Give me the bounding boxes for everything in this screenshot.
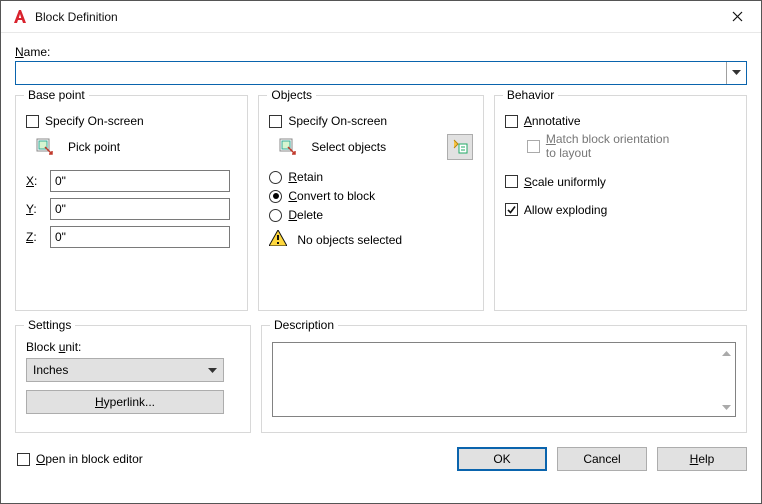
ok-button[interactable]: OK — [457, 447, 547, 471]
label: Match block orientationto layout — [546, 132, 669, 161]
help-button[interactable]: Help — [657, 447, 747, 471]
select-objects-button[interactable] — [275, 134, 301, 160]
settings-group: Settings Block unit: Inches Hyperlink... — [15, 325, 251, 433]
objects-legend: Objects — [267, 88, 316, 102]
checkbox-icon — [26, 115, 39, 128]
block-definition-dialog: Block Definition Name: Base point Specif… — [0, 0, 762, 504]
match-orientation-checkbox: Match block orientationto layout — [527, 132, 736, 161]
label: Specify On-screen — [288, 114, 387, 128]
settings-legend: Settings — [24, 318, 75, 332]
label: Scale uniformly — [524, 175, 606, 189]
dialog-body: Name: Base point Specify On-screen — [1, 33, 761, 481]
basepoint-specify-onscreen-checkbox[interactable]: Specify On-screen — [26, 114, 237, 128]
block-unit-select[interactable]: Inches — [26, 358, 224, 382]
z-input[interactable] — [50, 226, 230, 248]
warning-icon — [269, 230, 287, 249]
titlebar: Block Definition — [1, 1, 761, 33]
name-combobox[interactable] — [15, 61, 747, 85]
label: Delete — [288, 208, 323, 222]
pick-point-button[interactable] — [32, 134, 58, 160]
description-textarea[interactable] — [272, 342, 736, 417]
behavior-group: Behavior Annotative Match block orientat… — [494, 95, 747, 311]
description-group: Description — [261, 325, 747, 433]
objects-status: No objects selected — [297, 233, 402, 247]
scale-uniformly-checkbox[interactable]: Scale uniformly — [505, 175, 736, 189]
x-label: X: — [26, 174, 42, 188]
quick-select-button[interactable] — [447, 134, 473, 160]
name-dropdown-button[interactable] — [726, 62, 746, 84]
select-objects-label: Select objects — [311, 140, 386, 154]
basepoint-group: Base point Specify On-screen Pick point … — [15, 95, 248, 311]
cancel-button[interactable]: Cancel — [557, 447, 647, 471]
allow-exploding-checkbox[interactable]: Allow exploding — [505, 203, 736, 217]
autocad-app-icon — [11, 8, 29, 26]
window-title: Block Definition — [35, 10, 118, 24]
pick-point-label: Pick point — [68, 140, 120, 154]
checkbox-icon — [17, 453, 30, 466]
checkbox-icon — [505, 175, 518, 188]
checkbox-icon — [505, 203, 518, 216]
scroll-down-icon — [722, 400, 731, 414]
label: Specify On-screen — [45, 114, 144, 128]
radio-icon — [269, 209, 282, 222]
behavior-legend: Behavior — [503, 88, 558, 102]
y-input[interactable] — [50, 198, 230, 220]
label: Hyperlink... — [95, 395, 155, 409]
description-legend: Description — [270, 318, 338, 332]
open-in-block-editor-checkbox[interactable]: Open in block editor — [17, 452, 143, 466]
scrollbar[interactable] — [718, 343, 735, 416]
y-label: Y: — [26, 202, 42, 216]
name-label: Name: — [15, 45, 747, 59]
checkbox-icon — [527, 140, 540, 153]
radio-icon — [269, 190, 282, 203]
x-input[interactable] — [50, 170, 230, 192]
z-label: Z: — [26, 230, 42, 244]
convert-radio[interactable]: Convert to block — [269, 189, 472, 203]
checkbox-icon — [269, 115, 282, 128]
chevron-down-icon — [208, 363, 217, 377]
name-input[interactable] — [16, 62, 726, 84]
block-unit-label: Block unit: — [26, 340, 81, 354]
label: Open in block editor — [36, 452, 143, 466]
block-unit-value: Inches — [33, 363, 68, 377]
close-button[interactable] — [717, 3, 757, 31]
label: Allow exploding — [524, 203, 607, 217]
scroll-up-icon — [722, 345, 731, 359]
checkbox-icon — [505, 115, 518, 128]
retain-radio[interactable]: Retain — [269, 170, 472, 184]
delete-radio[interactable]: Delete — [269, 208, 472, 222]
label: Annotative — [524, 114, 581, 128]
objects-specify-onscreen-checkbox[interactable]: Specify On-screen — [269, 114, 472, 128]
label: Convert to block — [288, 189, 375, 203]
radio-icon — [269, 171, 282, 184]
hyperlink-button[interactable]: Hyperlink... — [26, 390, 224, 414]
objects-group: Objects Specify On-screen Select objects — [258, 95, 483, 311]
basepoint-legend: Base point — [24, 88, 89, 102]
label: Retain — [288, 170, 323, 184]
annotative-checkbox[interactable]: Annotative — [505, 114, 736, 128]
